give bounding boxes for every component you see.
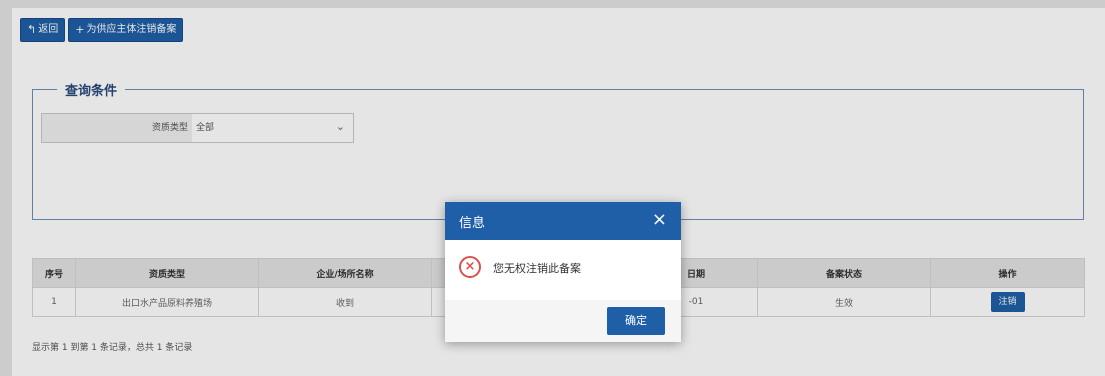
dialog-message: 您无权注销此备案 [493,262,581,275]
dialog-header: 信息 × [445,202,681,240]
dialog-title: 信息 [459,216,486,231]
info-dialog: 信息 × × 您无权注销此备案 确定 [445,202,681,342]
dialog-footer: 确定 [445,300,681,342]
dialog-body: × 您无权注销此备案 [445,240,681,300]
close-icon[interactable]: × [652,209,667,231]
confirm-button[interactable]: 确定 [607,307,665,335]
error-icon: × [459,256,481,278]
